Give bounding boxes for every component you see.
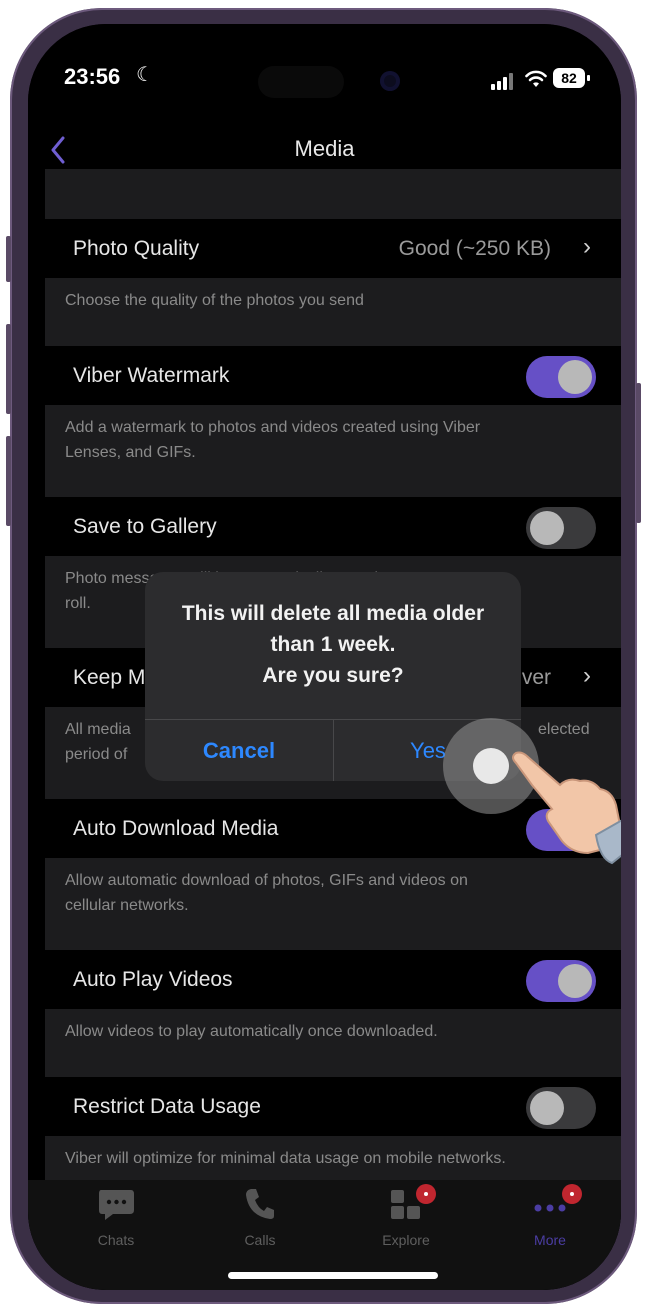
dynamic-island [258,66,344,98]
photo-quality-description: Choose the quality of the photos you sen… [45,278,621,346]
save-to-gallery-toggle[interactable] [526,507,596,549]
toggle-knob [558,360,592,394]
dialog-message: This will delete all media older than 1 … [155,598,511,691]
dialog-line-3: Are you sure? [262,664,404,687]
auto-play-label: Auto Play Videos [73,968,233,991]
description-text: Viber will optimize for minimal data usa… [65,1150,506,1167]
pointing-hand-icon [512,751,621,865]
auto-download-description: Allow automatic download of photos, GIFs… [45,858,621,950]
photo-quality-label: Photo Quality [73,237,200,260]
screen-bezel: 23:56 ☾ 82 Media Photo Quality Good (~25… [28,24,621,1290]
screen: 23:56 ☾ 82 Media Photo Quality Good (~25… [28,24,621,1290]
more-dots-icon [490,1186,610,1226]
tab-calls[interactable]: Calls [200,1186,320,1248]
chat-bubble-icon [56,1186,176,1226]
status-time: 23:56 [64,64,121,89]
notification-badge [416,1184,436,1204]
tap-dot [473,748,509,784]
description-line-1: Add a watermark to photos and videos cre… [65,419,481,436]
camera-icon [380,71,400,91]
toggle-knob [530,1091,564,1125]
power-button [636,383,641,523]
wifi-icon [525,70,547,87]
description-line-2: cellular networks. [65,897,189,914]
tab-label: Explore [382,1232,430,1248]
auto-play-description: Allow videos to play automatically once … [45,1009,621,1077]
moon-icon: ☾ [136,64,154,86]
page-title: Media [294,136,355,161]
description-text: Allow videos to play automatically once … [65,1023,438,1040]
dialog-line-1: This will delete all media older [181,602,485,625]
tab-more[interactable]: More [490,1184,610,1248]
description-line-2: Lenses, and GIFs. [65,444,196,461]
section-spacer [45,169,621,219]
tab-label: Chats [97,1232,135,1248]
volume-up-button [6,324,11,414]
restrict-data-toggle[interactable] [526,1087,596,1129]
viber-watermark-description: Add a watermark to photos and videos cre… [45,405,621,497]
viber-watermark-row: Viber Watermark [45,348,621,404]
chevron-right-icon: › [583,233,591,260]
keep-media-value: ver [521,666,551,689]
home-indicator [228,1272,438,1279]
mute-switch [6,236,11,282]
dialog-line-2: than 1 week. [270,633,396,656]
restrict-data-row: Restrict Data Usage [45,1079,621,1135]
tab-label: Calls [244,1232,276,1248]
notification-badge [562,1184,582,1204]
signal-icon [491,72,517,90]
volume-down-button [6,436,11,526]
status-bar: 23:56 ☾ 82 [28,24,621,124]
restrict-data-label: Restrict Data Usage [73,1095,261,1118]
save-to-gallery-row: Save to Gallery [45,499,621,555]
auto-play-row: Auto Play Videos [45,952,621,1008]
toggle-knob [530,511,564,545]
tab-label: More [534,1232,566,1248]
cancel-button[interactable]: Cancel [145,720,333,781]
photo-quality-value: Good (~250 KB) [398,237,551,260]
battery-indicator: 82 [553,68,590,88]
description-text: Choose the quality of the photos you sen… [65,292,364,309]
photo-quality-row[interactable]: Photo Quality Good (~250 KB) › [45,221,621,277]
viber-watermark-toggle[interactable] [526,356,596,398]
phone-frame: 23:56 ☾ 82 Media Photo Quality Good (~25… [6,8,641,1304]
toggle-knob [558,964,592,998]
explore-icon [346,1186,466,1226]
auto-play-toggle[interactable] [526,960,596,1002]
auto-download-label: Auto Download Media [73,817,279,840]
restrict-data-description: Viber will optimize for minimal data usa… [45,1136,621,1180]
description-line-1-right: elected [538,721,590,738]
keep-media-label: Keep M [73,666,146,689]
tab-chats[interactable]: Chats [56,1186,176,1248]
tab-explore[interactable]: Explore [346,1184,466,1248]
phone-icon [200,1186,320,1226]
save-to-gallery-label: Save to Gallery [73,515,217,538]
viber-watermark-label: Viber Watermark [73,364,230,387]
chevron-right-icon: › [583,662,591,689]
